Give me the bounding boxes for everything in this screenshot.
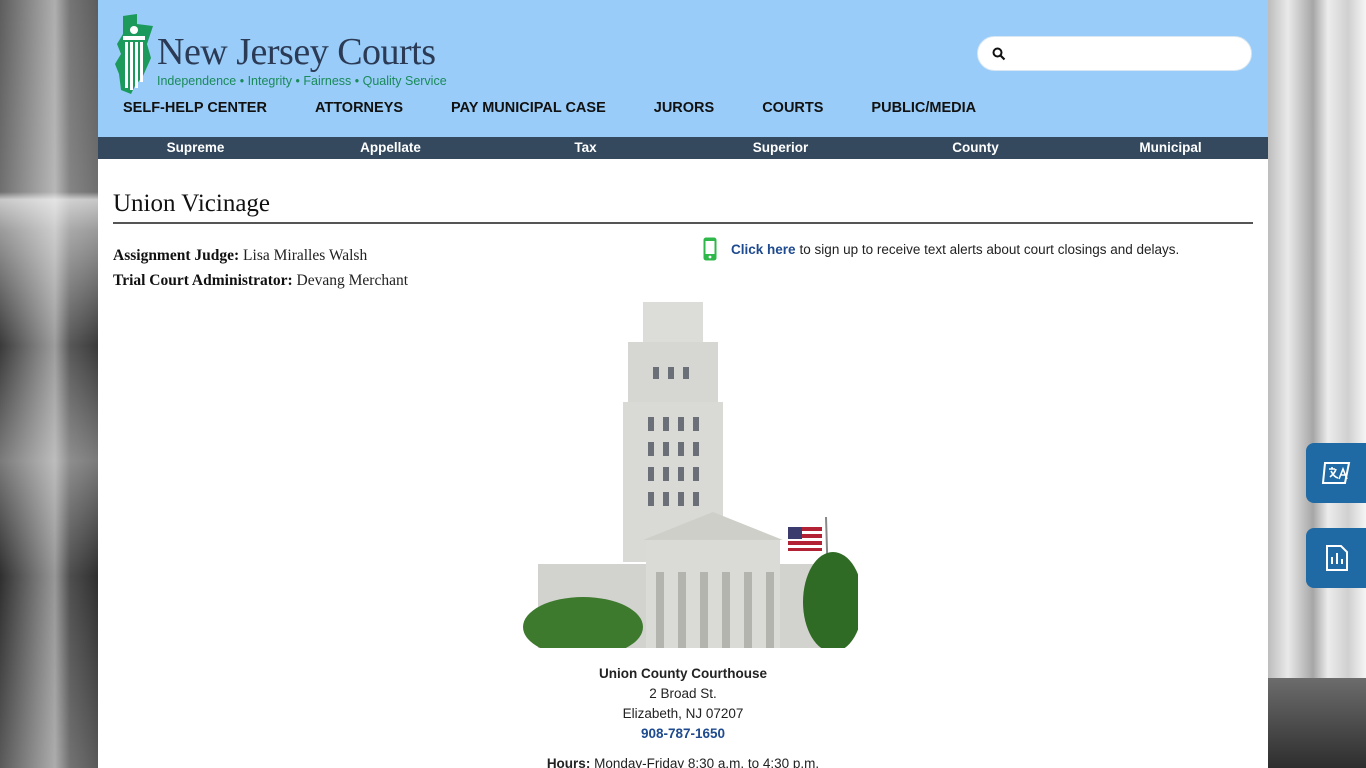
subnav-tax[interactable]: Tax bbox=[488, 137, 683, 159]
vicinage-officials: Assignment Judge: Lisa Miralles Walsh Tr… bbox=[113, 243, 408, 293]
subnav-appellate[interactable]: Appellate bbox=[293, 137, 488, 159]
subnav-municipal[interactable]: Municipal bbox=[1073, 137, 1268, 159]
hours-value: Monday-Friday 8:30 a.m. to 4:30 p.m. bbox=[594, 756, 820, 768]
nav-public-media[interactable]: PUBLIC/MEDIA bbox=[871, 100, 976, 120]
background-left bbox=[0, 0, 98, 768]
background-right bbox=[1268, 0, 1366, 768]
page-container: New Jersey Courts Independence • Integri… bbox=[98, 0, 1268, 768]
logo-tagline: Independence • Integrity • Fairness • Qu… bbox=[157, 74, 447, 88]
assignment-judge-name: Lisa Miralles Walsh bbox=[243, 247, 368, 264]
assignment-judge-label: Assignment Judge: bbox=[113, 247, 240, 264]
search-box[interactable] bbox=[977, 36, 1252, 71]
report-button[interactable] bbox=[1306, 528, 1366, 588]
text-alerts-link[interactable]: Click here bbox=[731, 242, 796, 257]
main-content: Union Vicinage Assignment Judge: Lisa Mi… bbox=[113, 190, 1253, 289]
courts-subnav: Supreme Appellate Tax Superior County Mu… bbox=[98, 137, 1268, 159]
main-nav: SELF-HELP CENTER ATTORNEYS PAY MUNICIPAL… bbox=[123, 100, 1024, 120]
tca-label: Trial Court Administrator: bbox=[113, 272, 293, 289]
courthouse-street: 2 Broad St. bbox=[649, 686, 717, 701]
nav-courts[interactable]: COURTS bbox=[762, 100, 823, 120]
text-alerts-text: to sign up to receive text alerts about … bbox=[799, 241, 1180, 257]
search-icon[interactable] bbox=[992, 47, 1006, 61]
page-title: Union Vicinage bbox=[113, 190, 1253, 224]
logo-emblem-icon bbox=[115, 14, 153, 94]
subnav-supreme[interactable]: Supreme bbox=[98, 137, 293, 159]
hours-label: Hours: bbox=[546, 756, 591, 768]
subnav-superior[interactable]: Superior bbox=[683, 137, 878, 159]
nav-self-help-center[interactable]: SELF-HELP CENTER bbox=[123, 100, 267, 120]
translate-button[interactable] bbox=[1306, 443, 1366, 503]
translate-icon bbox=[1321, 462, 1351, 484]
report-icon bbox=[1326, 545, 1348, 571]
subnav-county[interactable]: County bbox=[878, 137, 1073, 159]
courthouse-photo bbox=[508, 302, 858, 648]
nav-attorneys[interactable]: ATTORNEYS bbox=[315, 100, 403, 120]
tca-name: Devang Merchant bbox=[296, 272, 409, 289]
nav-pay-municipal-case[interactable]: PAY MUNICIPAL CASE bbox=[451, 100, 606, 120]
courthouse-hours: Hours: Monday-Friday 8:30 a.m. to 4:30 p… bbox=[98, 754, 1268, 768]
logo-title: New Jersey Courts bbox=[157, 31, 436, 73]
mobile-phone-icon bbox=[703, 237, 717, 261]
nav-jurors[interactable]: JURORS bbox=[654, 100, 714, 120]
assignment-judge-row: Assignment Judge: Lisa Miralles Walsh bbox=[113, 243, 408, 268]
search-input[interactable] bbox=[1014, 43, 1239, 65]
courthouse-info: Union County Courthouse 2 Broad St. Eliz… bbox=[98, 664, 1268, 768]
courthouse-name: Union County Courthouse bbox=[599, 666, 767, 681]
tca-row: Trial Court Administrator: Devang Mercha… bbox=[113, 268, 408, 293]
courthouse-phone-link[interactable]: 908-787-1650 bbox=[641, 726, 725, 741]
site-logo[interactable]: New Jersey Courts Independence • Integri… bbox=[113, 14, 447, 94]
courthouse-city: Elizabeth, NJ 07207 bbox=[622, 706, 744, 721]
site-header: New Jersey Courts Independence • Integri… bbox=[98, 0, 1268, 137]
text-alerts-notice: Click here to sign up to receive text al… bbox=[703, 237, 1179, 261]
